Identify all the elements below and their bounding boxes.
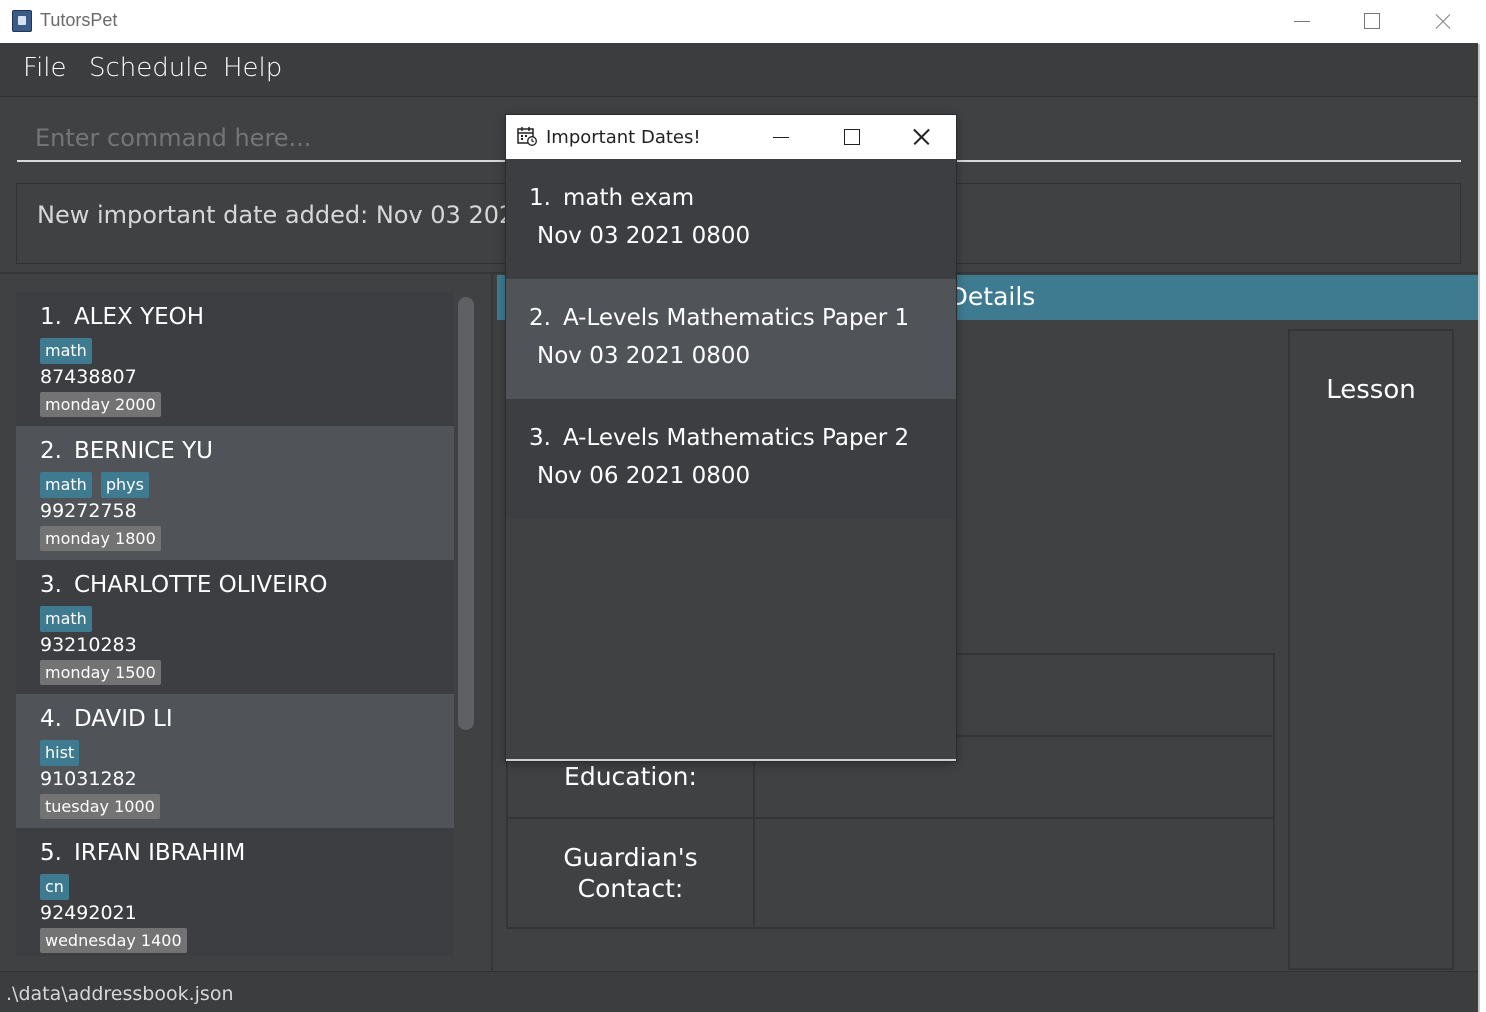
result-message: New important date added: Nov 03 2021 08 xyxy=(37,201,568,229)
date-description: A-Levels Mathematics Paper 1 xyxy=(562,305,910,331)
dialog-bottom-border xyxy=(506,759,956,761)
maximize-button[interactable] xyxy=(1337,0,1407,43)
student-card[interactable]: 3. CHARLOTTE OLIVEIRO math 93210283 monda… xyxy=(16,560,454,694)
close-button[interactable] xyxy=(1407,0,1477,43)
student-card[interactable]: 5. IRFAN IBRAHIM cn 92492021 wednesday 14… xyxy=(16,828,454,956)
menu-help[interactable]: Help xyxy=(223,53,282,83)
date-index: 3. xyxy=(529,425,551,451)
student-name-line: 4. DAVID LI xyxy=(40,706,173,732)
student-index: 4. xyxy=(40,706,62,732)
menu-file[interactable]: File xyxy=(23,53,67,83)
student-name: BERNICE YU xyxy=(73,438,214,464)
student-phone: 92492021 xyxy=(40,902,137,924)
subject-tag: hist xyxy=(40,740,80,766)
calendar-clock-icon xyxy=(517,127,537,146)
date-description: A-Levels Mathematics Paper 2 xyxy=(562,425,910,451)
student-phone: 87438807 xyxy=(40,366,137,388)
student-list[interactable]: 1. ALEX YEOH math 87438807 monday 2000 2.… xyxy=(16,292,454,956)
subject-tags: hist xyxy=(40,740,88,766)
important-dates-dialog: Important Dates! 1. math exam Nov 03 2021… xyxy=(506,115,956,761)
student-name: IRFAN IBRAHIM xyxy=(73,840,246,866)
date-index: 2. xyxy=(529,305,551,331)
student-name: CHARLOTTE OLIVEIRO xyxy=(73,572,328,598)
dialog-title: Important Dates! xyxy=(546,127,701,148)
subject-tag: math xyxy=(40,338,92,364)
guardian-contact-label: Guardian's Contact: xyxy=(508,819,755,927)
dialog-title-bar[interactable]: Important Dates! xyxy=(506,115,956,159)
date-index: 1. xyxy=(529,185,551,211)
date-description: math exam xyxy=(562,185,695,211)
list-scrollbar[interactable] xyxy=(458,297,474,730)
student-index: 2. xyxy=(40,438,62,464)
date-datetime: Nov 03 2021 0800 xyxy=(537,223,751,249)
student-name-line: 3. CHARLOTTE OLIVEIRO xyxy=(40,572,328,598)
data-file-path: .\data\addressbook.json xyxy=(6,983,234,1005)
student-phone: 99272758 xyxy=(40,500,137,522)
dialog-minimize-button[interactable] xyxy=(746,115,816,159)
student-index: 5. xyxy=(40,840,62,866)
subject-tag: cn xyxy=(40,874,69,900)
student-name: ALEX YEOH xyxy=(73,304,205,330)
date-datetime: Nov 03 2021 0800 xyxy=(537,343,751,369)
date-title-line: 2. A-Levels Mathematics Paper 1 xyxy=(529,305,909,331)
subject-tag: math xyxy=(40,472,92,498)
student-name-line: 2. BERNICE YU xyxy=(40,438,213,464)
date-title-line: 1. math exam xyxy=(529,185,694,211)
lesson-tag: monday 2000 xyxy=(40,392,161,417)
lesson-tag: monday 1800 xyxy=(40,526,161,551)
important-date-item[interactable]: 1. math exam Nov 03 2021 0800 xyxy=(506,159,956,279)
important-date-item[interactable]: 2. A-Levels Mathematics Paper 1 Nov 03 20… xyxy=(506,279,956,399)
student-index: 3. xyxy=(40,572,62,598)
lesson-tag: monday 1500 xyxy=(40,660,161,685)
subject-tags: math xyxy=(40,606,101,632)
window-edge xyxy=(1478,0,1486,1012)
subject-tag: math xyxy=(40,606,92,632)
date-title-line: 3. A-Levels Mathematics Paper 2 xyxy=(529,425,909,451)
lesson-column: Lesson xyxy=(1288,329,1454,970)
important-dates-list[interactable]: 1. math exam Nov 03 2021 0800 2. A-Levels … xyxy=(506,159,956,759)
lesson-column-title: Lesson xyxy=(1326,375,1416,405)
student-name: DAVID LI xyxy=(73,706,173,732)
subject-tags: math phys xyxy=(40,472,158,498)
student-phone: 93210283 xyxy=(40,634,137,656)
date-datetime: Nov 06 2021 0800 xyxy=(537,463,751,489)
student-list-panel: 1. ALEX YEOH math 87438807 monday 2000 2.… xyxy=(0,274,493,971)
student-card[interactable]: 1. ALEX YEOH math 87438807 monday 2000 xyxy=(16,292,454,426)
student-name-line: 5. IRFAN IBRAHIM xyxy=(40,840,245,866)
minimize-button[interactable] xyxy=(1267,0,1337,43)
dialog-close-button[interactable] xyxy=(886,115,956,159)
lesson-tag: wednesday 1400 xyxy=(40,928,187,953)
menu-bar: File Schedule Help xyxy=(0,43,1478,97)
student-index: 1. xyxy=(40,304,62,330)
lesson-tag: tuesday 1000 xyxy=(40,794,160,819)
dialog-maximize-button[interactable] xyxy=(816,115,886,159)
subject-tag: phys xyxy=(100,472,149,498)
important-date-item[interactable]: 3. A-Levels Mathematics Paper 2 Nov 06 20… xyxy=(506,399,956,519)
window-title: TutorsPet xyxy=(40,10,118,30)
app-logo-icon xyxy=(12,10,32,32)
student-phone: 91031282 xyxy=(40,768,137,790)
subject-tags: cn xyxy=(40,874,78,900)
student-name-line: 1. ALEX YEOH xyxy=(40,304,204,330)
subject-tags: math xyxy=(40,338,101,364)
info-row-guardian: Guardian's Contact: xyxy=(508,819,1273,927)
title-bar: TutorsPet xyxy=(0,0,1478,43)
student-card[interactable]: 4. DAVID LI hist 91031282 tuesday 1000 xyxy=(16,694,454,828)
status-bar: .\data\addressbook.json xyxy=(0,971,1478,1012)
student-card[interactable]: 2. BERNICE YU math phys 99272758 monday 18… xyxy=(16,426,454,560)
menu-schedule[interactable]: Schedule xyxy=(89,53,208,83)
